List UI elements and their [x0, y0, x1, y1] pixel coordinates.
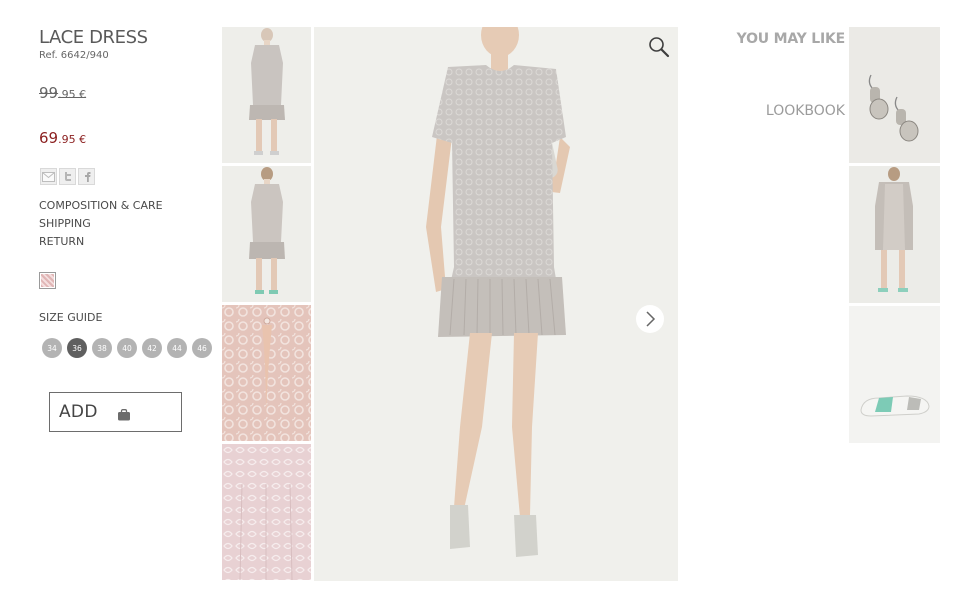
- size-option-46[interactable]: 46: [192, 338, 212, 358]
- magnifier-icon[interactable]: [647, 35, 671, 59]
- main-product-image[interactable]: [314, 27, 678, 581]
- lookbook-link[interactable]: LOOKBOOK: [735, 103, 845, 119]
- sale-price: 69.95 €: [39, 129, 86, 147]
- color-swatch[interactable]: [39, 272, 56, 289]
- twitter-icon: [65, 172, 71, 181]
- composition-care-link[interactable]: COMPOSITION & CARE: [39, 197, 163, 215]
- twitter-share-button[interactable]: [59, 168, 76, 185]
- image-thumbnails: [222, 27, 311, 583]
- next-image-button[interactable]: [636, 305, 664, 333]
- related-earrings[interactable]: [849, 27, 940, 163]
- size-option-34[interactable]: 34: [42, 338, 62, 358]
- email-share-button[interactable]: [40, 168, 57, 185]
- dress-front-figure: [249, 28, 285, 155]
- model-in-lace-dress: [426, 27, 570, 557]
- size-option-36[interactable]: 36: [67, 338, 87, 358]
- shoes-image: [860, 395, 930, 417]
- share-buttons: [40, 168, 95, 185]
- product-title: LACE DRESS: [39, 27, 148, 48]
- shopping-bag-icon: [117, 406, 131, 421]
- sale-price-integer: 69: [39, 129, 59, 147]
- thumbnail-lace-detail[interactable]: [222, 444, 311, 580]
- lace-pleat-detail: [222, 444, 311, 580]
- product-reference: Ref. 6642/940: [39, 50, 109, 61]
- size-option-38[interactable]: 38: [92, 338, 112, 358]
- related-lookbook-dress[interactable]: [849, 166, 940, 303]
- coat-outfit-image: [875, 167, 913, 292]
- chevron-right-icon: [646, 311, 656, 327]
- earrings-image: [868, 74, 919, 142]
- return-link[interactable]: RETURN: [39, 233, 163, 251]
- thumbnail-back-view[interactable]: [222, 166, 311, 302]
- add-button-label: ADD: [59, 402, 98, 422]
- size-guide-link[interactable]: SIZE GUIDE: [39, 311, 102, 324]
- add-to-cart-button[interactable]: ADD: [49, 392, 182, 432]
- thumbnail-front-view[interactable]: [222, 27, 311, 163]
- color-swatch-pattern: [41, 274, 54, 287]
- you-may-like-heading: YOU MAY LIKE: [736, 31, 846, 47]
- original-price: 99.95 €: [39, 84, 86, 102]
- thumbnail-back-detail[interactable]: [222, 305, 311, 441]
- shipping-link[interactable]: SHIPPING: [39, 215, 163, 233]
- dress-back-figure: [249, 167, 285, 294]
- email-icon: [42, 171, 55, 182]
- related-shoes[interactable]: [849, 306, 940, 443]
- size-option-44[interactable]: 44: [167, 338, 187, 358]
- product-info-links: COMPOSITION & CARE SHIPPING RETURN: [39, 197, 163, 251]
- size-selector: 34 36 38 40 42 44 46: [42, 338, 212, 358]
- size-option-40[interactable]: 40: [117, 338, 137, 358]
- facebook-icon: [85, 172, 91, 182]
- sale-price-decimal: .95 €: [58, 133, 87, 146]
- original-price-decimal: .95 €: [58, 88, 87, 101]
- size-option-42[interactable]: 42: [142, 338, 162, 358]
- original-price-integer: 99: [39, 84, 59, 102]
- facebook-share-button[interactable]: [78, 168, 95, 185]
- lace-back-detail: [222, 305, 311, 441]
